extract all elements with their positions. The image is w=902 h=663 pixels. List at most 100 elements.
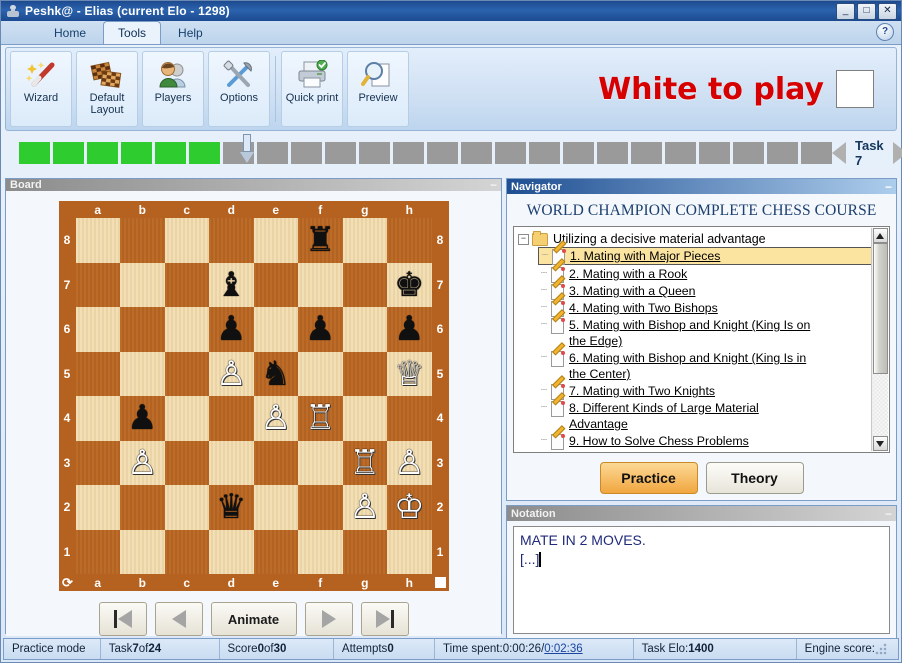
square-e1[interactable]: [253, 529, 298, 574]
theory-button[interactable]: Theory: [705, 462, 804, 494]
square-f7[interactable]: [298, 262, 343, 307]
tree-scrollbar[interactable]: [871, 228, 888, 451]
task-cell-11[interactable]: [359, 142, 390, 164]
piece-bp-h6[interactable]: ♟: [394, 312, 424, 346]
piece-wr-g3[interactable]: ♖: [350, 446, 380, 480]
minimize-button[interactable]: _: [836, 2, 855, 20]
task-cell-15[interactable]: [495, 142, 526, 164]
square-a4[interactable]: [75, 396, 120, 441]
notation-minimize-button[interactable]: −: [885, 508, 892, 520]
square-e6[interactable]: [253, 307, 298, 352]
task-cell-21[interactable]: [699, 142, 730, 164]
task-cell-23[interactable]: [767, 142, 798, 164]
wizard-button[interactable]: Wizard: [10, 51, 72, 127]
square-f5[interactable]: [298, 351, 343, 396]
square-a3[interactable]: [75, 440, 120, 485]
practice-button[interactable]: Practice: [599, 462, 698, 494]
last-move-button[interactable]: [360, 602, 409, 636]
scroll-down-button[interactable]: [872, 436, 888, 451]
square-e7[interactable]: [253, 262, 298, 307]
square-a2[interactable]: [75, 485, 120, 530]
square-c8[interactable]: [164, 218, 209, 263]
scroll-up-button[interactable]: [872, 228, 888, 243]
task-cell-18[interactable]: [597, 142, 628, 164]
next-task-button[interactable]: [892, 142, 902, 164]
square-d6[interactable]: ♟: [209, 307, 254, 352]
square-e4[interactable]: ♙: [253, 396, 298, 441]
notation-text[interactable]: MATE IN 2 MOVES. [...]: [513, 526, 890, 634]
square-a1[interactable]: [75, 529, 120, 574]
square-d5[interactable]: ♙: [209, 351, 254, 396]
default-layout-button[interactable]: Default Layout: [76, 51, 138, 127]
piece-wk-h2[interactable]: ♔: [394, 490, 424, 524]
square-c5[interactable]: [164, 351, 209, 396]
square-b6[interactable]: [120, 307, 165, 352]
square-c6[interactable]: [164, 307, 209, 352]
square-e3[interactable]: [253, 440, 298, 485]
square-b5[interactable]: [120, 351, 165, 396]
previous-move-button[interactable]: [154, 602, 203, 636]
piece-wp-e4[interactable]: ♙: [261, 401, 291, 435]
piece-wq-h5[interactable]: ♕: [394, 357, 424, 391]
square-g4[interactable]: [342, 396, 387, 441]
square-d7[interactable]: ♝: [209, 262, 254, 307]
lesson-item-1[interactable]: ┈ 1. Mating with Major Pieces: [538, 240, 887, 265]
lesson-item-3[interactable]: ┈ 3. Mating with a Queen: [538, 275, 887, 300]
task-cell-6[interactable]: [189, 142, 220, 164]
lesson-item-4[interactable]: ┈ 4. Mating with Two Bishops: [538, 292, 887, 317]
square-d8[interactable]: [209, 218, 254, 263]
square-f6[interactable]: ♟: [298, 307, 343, 352]
lesson-item-9[interactable]: ┈ 9. How to Solve Chess Problems: [538, 425, 887, 450]
square-c2[interactable]: [164, 485, 209, 530]
piece-bp-b4[interactable]: ♟: [127, 401, 157, 435]
close-button[interactable]: ✕: [878, 2, 897, 20]
lesson-item-7[interactable]: ┈ 7. Mating with Two Knights: [538, 375, 887, 400]
board-minimize-button[interactable]: −: [490, 179, 497, 191]
task-cell-10[interactable]: [325, 142, 356, 164]
piece-bk-h7[interactable]: ♚: [394, 268, 424, 302]
square-c4[interactable]: [164, 396, 209, 441]
square-e2[interactable]: [253, 485, 298, 530]
square-g6[interactable]: [342, 307, 387, 352]
previous-task-button[interactable]: [832, 142, 846, 164]
piece-wp-g2[interactable]: ♙: [350, 490, 380, 524]
square-f8[interactable]: ♜: [298, 218, 343, 263]
preview-button[interactable]: Preview: [347, 51, 409, 127]
task-cell-1[interactable]: [19, 142, 50, 164]
piece-wr-f4[interactable]: ♖: [305, 401, 335, 435]
square-h8[interactable]: [387, 218, 432, 263]
square-a8[interactable]: [75, 218, 120, 263]
square-g3[interactable]: ♖: [342, 440, 387, 485]
task-cell-12[interactable]: [393, 142, 424, 164]
task-cell-17[interactable]: [563, 142, 594, 164]
task-cell-4[interactable]: [121, 142, 152, 164]
square-a5[interactable]: [75, 351, 120, 396]
square-a6[interactable]: [75, 307, 120, 352]
square-e5[interactable]: ♞: [253, 351, 298, 396]
piece-wp-h3[interactable]: ♙: [394, 446, 424, 480]
status-time-total[interactable]: 0:02:36: [544, 643, 582, 655]
expander-icon[interactable]: −: [518, 234, 529, 245]
animate-button[interactable]: Animate: [210, 602, 297, 636]
square-b8[interactable]: [120, 218, 165, 263]
square-g5[interactable]: [342, 351, 387, 396]
square-h5[interactable]: ♕: [387, 351, 432, 396]
lesson-item-6[interactable]: ┈ 6. Mating with Bishop and Knight (King …: [538, 342, 887, 382]
square-h3[interactable]: ♙: [387, 440, 432, 485]
piece-wp-d5[interactable]: ♙: [216, 357, 246, 391]
task-cell-22[interactable]: [733, 142, 764, 164]
square-b1[interactable]: [120, 529, 165, 574]
resize-grip-icon[interactable]: [875, 643, 887, 655]
options-button[interactable]: Options: [208, 51, 270, 127]
square-f3[interactable]: [298, 440, 343, 485]
next-move-button[interactable]: [304, 602, 353, 636]
piece-bb-d7[interactable]: ♝: [216, 268, 246, 302]
square-e8[interactable]: [253, 218, 298, 263]
piece-wp-b3[interactable]: ♙: [127, 446, 157, 480]
help-icon[interactable]: ?: [876, 23, 894, 41]
square-c1[interactable]: [164, 529, 209, 574]
first-move-button[interactable]: [98, 602, 147, 636]
quick-print-button[interactable]: Quick print: [281, 51, 343, 127]
task-cell-24[interactable]: [801, 142, 832, 164]
tab-tools[interactable]: Tools: [103, 21, 162, 44]
